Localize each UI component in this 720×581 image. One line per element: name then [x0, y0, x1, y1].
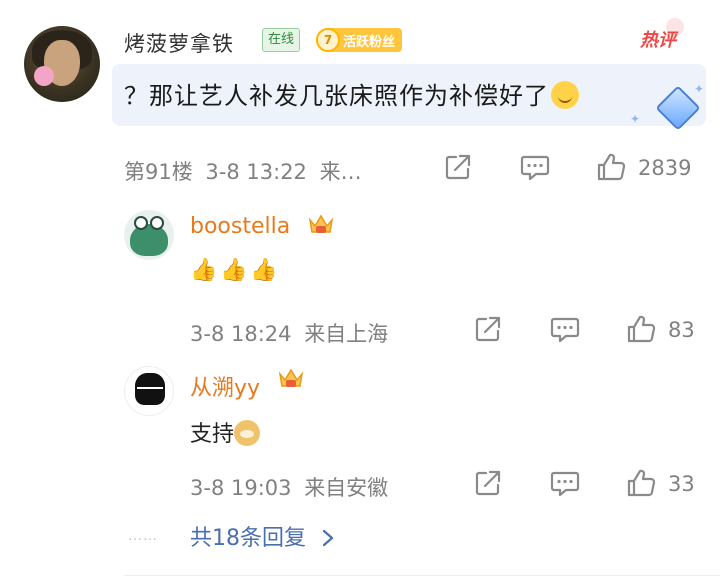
comment-datetime: 3-8 13:22 [205, 160, 307, 184]
reply-location: 来自安徽 [304, 476, 389, 500]
reply-author[interactable]: boostella [190, 214, 290, 239]
like-count: 83 [668, 318, 695, 342]
chevron-right-icon [322, 529, 334, 547]
share-icon[interactable] [444, 153, 472, 181]
crown-icon [308, 214, 334, 233]
thumbs-up-emoji-icon [190, 258, 216, 284]
reply-author[interactable]: 从溯yy [190, 370, 260, 402]
commenter-avatar[interactable] [24, 26, 100, 102]
share-icon[interactable] [474, 315, 502, 343]
doge-emoji-icon [234, 420, 261, 446]
comment-text: ？那让艺人补发几张床照作为补偿好了 [124, 76, 579, 111]
divider [124, 575, 720, 576]
like-icon[interactable] [626, 468, 656, 498]
smile-emoji-icon [551, 81, 579, 109]
thumbs-up-emoji-icon [250, 258, 276, 284]
reply-emojis [190, 258, 280, 284]
more-replies-label: 共18条回复 [190, 526, 306, 551]
comment-icon[interactable] [520, 153, 550, 181]
comment-location: 来… [319, 160, 362, 184]
commenter-name[interactable]: 烤菠萝拿铁 [124, 28, 234, 58]
reply-text: 支持 [190, 416, 261, 448]
crown-icon [278, 368, 304, 387]
reply-meta: 3-8 18:24 来自上海 [190, 318, 388, 348]
reply-avatar[interactable] [124, 210, 174, 260]
sparkle-icon: ✦ [630, 112, 641, 126]
reply-location: 来自上海 [304, 322, 389, 346]
floor-number: 第91楼 [124, 160, 193, 184]
like-icon[interactable] [596, 152, 626, 182]
like-count: 33 [668, 472, 695, 496]
fan-badge-label: 活跃粉丝 [343, 34, 396, 50]
like-icon[interactable] [626, 314, 656, 344]
reply-avatar[interactable] [124, 366, 174, 416]
online-badge: 在线 [262, 28, 301, 52]
thumbs-up-emoji-icon [220, 258, 246, 284]
more-replies-dots: …… [128, 528, 158, 544]
hot-comment-tag: 热评 [640, 18, 684, 52]
reply-date: 3-8 18:24 [190, 322, 292, 346]
sparkle-icon: ✦ [694, 82, 705, 96]
comment-meta: 第91楼 3-8 13:22 来… [124, 156, 362, 186]
share-icon[interactable] [474, 469, 502, 497]
fan-level-badge[interactable]: 7 活跃粉丝 [316, 28, 403, 52]
comment-icon[interactable] [550, 469, 580, 497]
reply-meta: 3-8 19:03 来自安徽 [190, 472, 388, 502]
reply-date: 3-8 19:03 [190, 476, 292, 500]
more-replies-link[interactable]: 共18条回复 [190, 520, 335, 552]
like-count: 2839 [638, 156, 692, 180]
fan-level-number: 7 [316, 28, 340, 52]
comment-icon[interactable] [550, 315, 580, 343]
